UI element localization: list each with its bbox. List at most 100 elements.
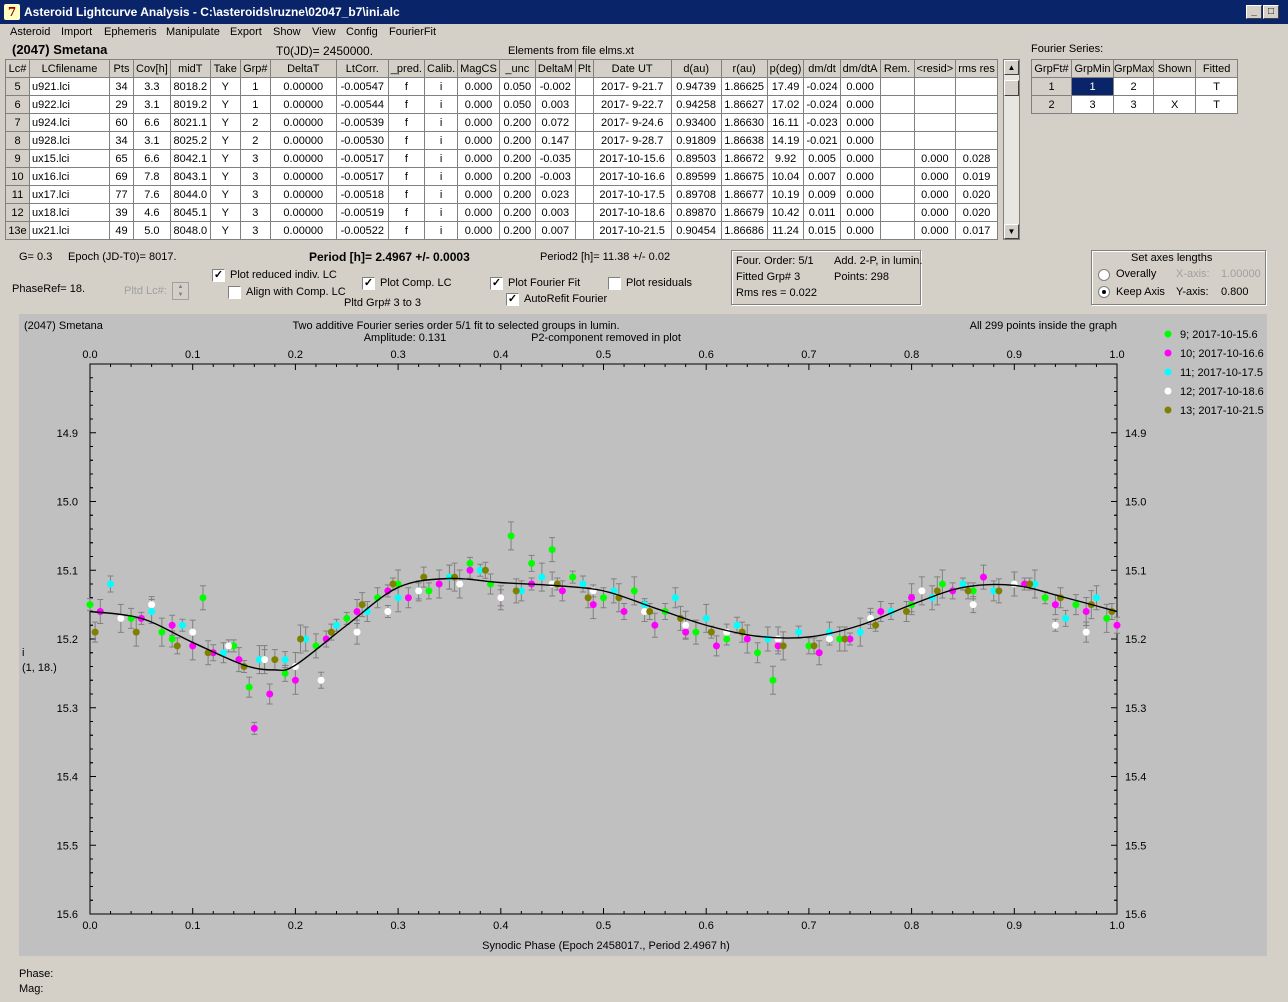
table-cell[interactable]: Y — [209, 149, 241, 168]
table-cell[interactable] — [913, 131, 957, 150]
table-cell[interactable]: f — [387, 167, 426, 186]
table-scrollbar[interactable]: ▲ ▼ — [1003, 59, 1020, 240]
table-cell[interactable]: 0.000 — [457, 131, 500, 150]
table-cell[interactable]: -0.00517 — [335, 167, 389, 186]
table-cell[interactable]: 8042.1 — [169, 149, 211, 168]
fourier-cell[interactable]: 1 — [1071, 77, 1114, 96]
table-cell[interactable]: 1.86679 — [720, 203, 768, 222]
table-cell[interactable]: 10.19 — [766, 185, 805, 204]
table-cell[interactable]: Y — [209, 185, 241, 204]
table-cell[interactable] — [879, 185, 915, 204]
table-cell[interactable]: 3.1 — [133, 95, 171, 114]
table-cell[interactable]: Y — [209, 131, 241, 150]
column-header[interactable]: _pred. — [387, 59, 426, 78]
table-cell[interactable]: 3.3 — [133, 77, 171, 96]
table-cell[interactable]: 9.92 — [766, 149, 805, 168]
autorefit-checkbox[interactable]: ✓ — [506, 293, 519, 306]
column-header[interactable]: LtCorr. — [335, 59, 389, 78]
table-cell[interactable]: ux21.lci — [29, 221, 110, 240]
table-cell[interactable] — [913, 77, 957, 96]
menu-ephemeris[interactable]: Ephemeris — [104, 26, 157, 38]
table-cell[interactable]: i — [423, 221, 459, 240]
table-cell[interactable]: i — [423, 185, 459, 204]
table-cell[interactable]: 8018.2 — [169, 77, 211, 96]
table-cell[interactable]: 0.00000 — [269, 185, 337, 204]
table-cell[interactable]: 6 — [5, 95, 30, 114]
menu-view[interactable]: View — [312, 26, 336, 38]
table-row[interactable]: 10 ux16.lci 69 7.8 8043.1 Y 3 0.00000 -0.00517 f i… — [5, 167, 998, 186]
table-cell[interactable]: 9 — [5, 149, 30, 168]
table-cell[interactable]: 0.000 — [457, 113, 500, 132]
table-cell[interactable] — [574, 221, 594, 240]
plot-comp-checkbox[interactable]: ✓ — [362, 277, 375, 290]
table-cell[interactable]: 29 — [109, 95, 134, 114]
table-cell[interactable]: 8021.1 — [169, 113, 211, 132]
table-cell[interactable]: 0.050 — [498, 77, 536, 96]
table-cell[interactable] — [879, 131, 915, 150]
fourier-column-header[interactable]: GrpFt# — [1031, 59, 1072, 78]
table-cell[interactable]: 2 — [239, 131, 271, 150]
table-row[interactable]: 13e ux21.lci 49 5.0 8048.0 Y 3 0.00000 -0.00522 f… — [5, 221, 998, 240]
table-cell[interactable] — [879, 95, 915, 114]
table-cell[interactable]: 10.42 — [766, 203, 805, 222]
title-bar[interactable]: 7 Asteroid Lightcurve Analysis - C:\aste… — [0, 0, 1288, 24]
table-row[interactable]: 12 ux18.lci 39 4.6 8045.1 Y 3 0.00000 -0.00519 f i… — [5, 203, 998, 222]
table-cell[interactable]: 0.003 — [534, 203, 576, 222]
table-cell[interactable] — [879, 77, 915, 96]
table-cell[interactable]: f — [387, 131, 426, 150]
fourier-series-table[interactable]: GrpFt# GrpMin GrpMax Shown Fitted 112T233XT — [1031, 59, 1239, 114]
table-cell[interactable]: 2 — [239, 113, 271, 132]
table-cell[interactable]: 0.019 — [955, 167, 998, 186]
table-cell[interactable]: 2017-10-18.6 — [592, 203, 672, 222]
table-cell[interactable]: 0.005 — [803, 149, 841, 168]
plot-canvas[interactable]: (2047) Smetana Two additive Fourier seri… — [19, 314, 1267, 956]
table-cell[interactable]: 0.007 — [534, 221, 576, 240]
table-cell[interactable]: f — [387, 221, 426, 240]
scroll-down-button[interactable]: ▼ — [1004, 224, 1019, 239]
table-cell[interactable]: 0.020 — [955, 203, 998, 222]
menu-fourierfit[interactable]: FourierFit — [389, 26, 436, 38]
table-cell[interactable] — [913, 113, 957, 132]
table-cell[interactable]: 0.00000 — [269, 77, 337, 96]
column-header[interactable]: Take — [209, 59, 241, 78]
table-cell[interactable]: ux17.lci — [29, 185, 110, 204]
menu-asteroid[interactable]: Asteroid — [10, 26, 50, 38]
column-header[interactable]: Pts — [109, 59, 134, 78]
table-cell[interactable]: i — [423, 149, 459, 168]
table-cell[interactable]: 49 — [109, 221, 134, 240]
table-cell[interactable]: 0.000 — [839, 113, 881, 132]
table-cell[interactable]: 8 — [5, 131, 30, 150]
table-row[interactable]: 9 ux15.lci 65 6.6 8042.1 Y 3 0.00000 -0.00517 f i 0… — [5, 149, 998, 168]
table-cell[interactable]: Y — [209, 203, 241, 222]
table-cell[interactable]: 0.00000 — [269, 203, 337, 222]
table-cell[interactable]: 0.000 — [913, 149, 957, 168]
table-cell[interactable]: 2017- 9-28.7 — [592, 131, 672, 150]
pltd-lc-spinner[interactable]: ▲ ▼ — [172, 282, 189, 300]
table-cell[interactable]: 0.000 — [839, 77, 881, 96]
table-cell[interactable]: 17.02 — [766, 95, 805, 114]
table-cell[interactable]: -0.003 — [534, 167, 576, 186]
table-row[interactable]: 11 ux17.lci 77 7.6 8044.0 Y 3 0.00000 -0.00518 f i… — [5, 185, 998, 204]
table-cell[interactable] — [879, 203, 915, 222]
table-cell[interactable]: 16.11 — [766, 113, 805, 132]
table-cell[interactable]: 0.000 — [839, 131, 881, 150]
column-header[interactable]: r(au) — [720, 59, 768, 78]
table-cell[interactable]: 2017- 9-24.6 — [592, 113, 672, 132]
table-cell[interactable]: 0.200 — [498, 149, 536, 168]
table-cell[interactable]: 0.028 — [955, 149, 998, 168]
table-cell[interactable]: 60 — [109, 113, 134, 132]
column-header[interactable]: Rem. — [879, 59, 915, 78]
table-cell[interactable] — [879, 167, 915, 186]
minimize-button[interactable]: _ — [1246, 5, 1262, 19]
table-cell[interactable]: 3 — [239, 221, 271, 240]
table-cell[interactable]: f — [387, 77, 426, 96]
column-header[interactable]: midT — [169, 59, 211, 78]
column-header[interactable]: Cov[h] — [133, 59, 171, 78]
table-cell[interactable]: u924.lci — [29, 113, 110, 132]
table-row[interactable]: 7 u924.lci 60 6.6 8021.1 Y 2 0.00000 -0.00539 f i 0… — [5, 113, 998, 132]
table-cell[interactable]: 4.6 — [133, 203, 171, 222]
table-cell[interactable]: f — [387, 203, 426, 222]
table-cell[interactable]: ux18.lci — [29, 203, 110, 222]
plot-reduced-checkbox[interactable]: ✓ — [212, 269, 225, 282]
table-cell[interactable]: 3 — [239, 167, 271, 186]
